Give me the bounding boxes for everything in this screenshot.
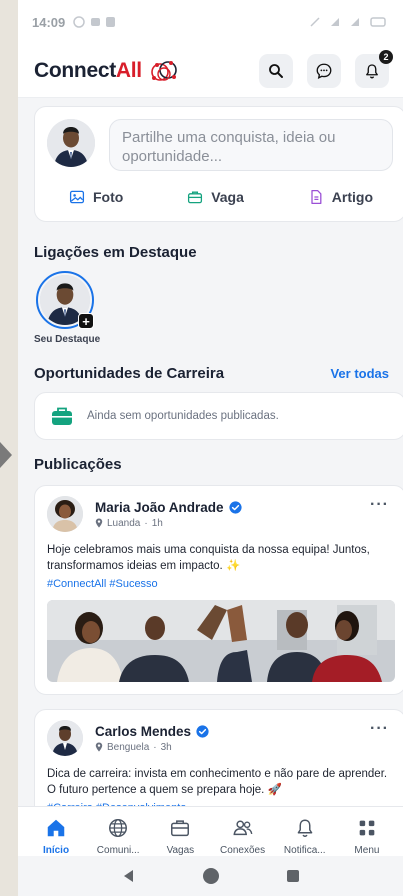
location-pin-icon	[95, 518, 103, 528]
post-card: Maria João Andrade Luanda · 1h ··· Hoje …	[34, 485, 403, 695]
briefcase-icon	[188, 191, 203, 204]
nav-label: Menu	[354, 845, 380, 856]
posts-title: Publicações	[34, 456, 122, 473]
post-location: Benguela	[107, 741, 150, 753]
search-button[interactable]	[259, 53, 293, 88]
app-screen: 14:09 ConnectAll 2 Partilhe uma conquist…	[18, 0, 403, 896]
back-icon[interactable]	[121, 868, 137, 884]
bell-icon	[366, 63, 378, 78]
career-empty-card: Ainda sem oportunidades publicadas.	[34, 392, 403, 440]
nav-item-menu[interactable]: Menu	[337, 807, 397, 856]
post-location: Luanda	[107, 517, 141, 529]
post-body: Dica de carreira: invista em conheciment…	[47, 768, 388, 796]
post-time: 1h	[151, 517, 163, 529]
photo-action-button[interactable]: Foto	[69, 189, 123, 205]
nav-label: Vagas	[166, 845, 195, 856]
nav-item-connections[interactable]: Conexões	[213, 807, 273, 856]
image-icon	[69, 190, 85, 204]
own-highlight-label: Seu Destaque	[34, 334, 101, 345]
messages-button[interactable]	[307, 53, 341, 88]
feed-content: Partilhe uma conquista, ideia ou oportun…	[18, 98, 403, 827]
briefcase-icon	[52, 407, 72, 425]
nav-label: Comuni...	[96, 845, 140, 856]
grid-icon	[359, 820, 375, 836]
add-highlight-icon[interactable]: +	[78, 313, 94, 329]
status-icons-right	[310, 17, 386, 27]
home-circle-icon[interactable]	[202, 867, 220, 885]
nav-item-notifications[interactable]: Notifica...	[275, 807, 335, 856]
home-icon	[47, 819, 65, 837]
status-icons-left	[73, 16, 116, 28]
career-empty-text: Ainda sem oportunidades publicadas.	[87, 410, 279, 422]
briefcase-icon	[171, 820, 190, 837]
photo-action-label: Foto	[93, 189, 124, 205]
notifications-button[interactable]: 2	[355, 49, 393, 88]
status-bar: 14:09	[18, 0, 403, 44]
job-action-label: Vaga	[211, 189, 244, 205]
more-options-icon[interactable]: ···	[370, 720, 389, 738]
status-time: 14:09	[32, 14, 66, 30]
post-composer: Partilhe uma conquista, ideia ou oportun…	[34, 106, 403, 222]
see-all-link[interactable]: Ver todas	[330, 366, 389, 381]
nav-item-home[interactable]: Início	[26, 807, 86, 856]
location-pin-icon	[95, 742, 103, 752]
post-body: Hoje celebramos mais uma conquista da no…	[47, 544, 370, 572]
search-icon	[269, 63, 283, 78]
app-header: ConnectAll 2	[18, 44, 403, 98]
nav-item-jobs[interactable]: Vagas	[150, 807, 210, 856]
more-options-icon[interactable]: ···	[370, 496, 389, 514]
job-action-button[interactable]: Vaga	[187, 189, 244, 205]
author-avatar[interactable]	[47, 720, 83, 756]
career-title: Oportunidades de Carreira	[34, 365, 225, 382]
device-frame-edge	[0, 0, 18, 896]
nav-item-community[interactable]: Comuni...	[88, 807, 148, 856]
nav-label: Conexões	[220, 845, 266, 856]
verified-badge-icon	[196, 724, 209, 738]
brand[interactable]: ConnectAll	[34, 57, 180, 85]
composer-input[interactable]: Partilhe uma conquista, ideia ou oportun…	[109, 119, 393, 171]
notification-count-badge: 2	[379, 49, 393, 64]
own-highlight[interactable]: + Seu Destaque	[34, 271, 101, 345]
document-icon	[311, 189, 322, 205]
post-tags[interactable]: #ConnectAll #Sucesso	[47, 578, 393, 590]
article-action-button[interactable]: Artigo	[308, 189, 373, 205]
post-time: 3h	[160, 741, 172, 753]
highlights-title: Ligações em Destaque	[34, 244, 197, 261]
nav-label: Início	[42, 845, 70, 856]
brand-name: ConnectAll	[34, 58, 142, 82]
article-action-label: Artigo	[331, 189, 373, 205]
nav-label: Notifica...	[283, 845, 326, 856]
globe-icon	[109, 819, 128, 837]
post-author-name[interactable]: Maria João Andrade	[95, 500, 224, 515]
post-author-name[interactable]: Carlos Mendes	[95, 724, 191, 739]
user-avatar[interactable]	[47, 119, 95, 167]
bottom-navigation: Início Comuni... Vagas Conexões Notifica…	[18, 806, 403, 856]
recents-icon[interactable]	[285, 868, 301, 884]
brand-logo-icon	[151, 60, 177, 81]
side-handle-icon	[0, 442, 12, 468]
meta-separator: ·	[153, 741, 157, 753]
meta-separator: ·	[144, 517, 148, 529]
people-icon	[233, 820, 252, 836]
author-avatar[interactable]	[47, 496, 83, 532]
system-navigation-bar	[18, 856, 403, 896]
bell-icon	[297, 819, 313, 837]
verified-badge-icon	[228, 500, 242, 514]
chat-icon	[316, 63, 332, 79]
highlight-ring: +	[36, 271, 94, 329]
post-image[interactable]	[47, 600, 395, 682]
